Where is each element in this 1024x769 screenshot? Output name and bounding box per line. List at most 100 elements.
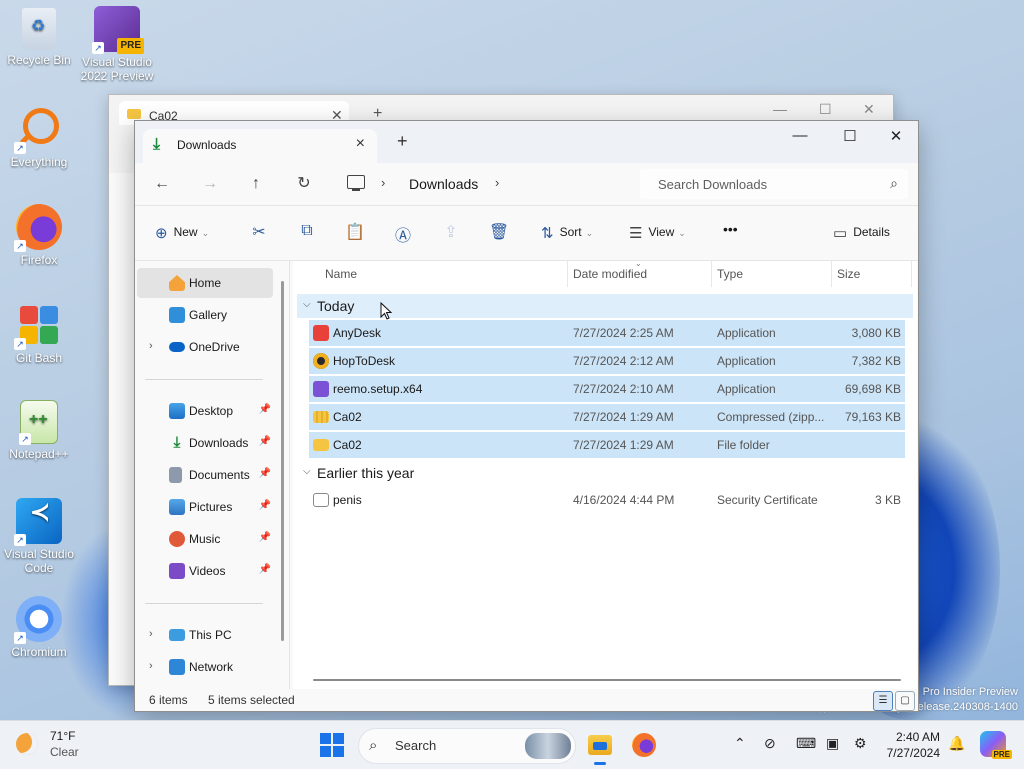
cut-icon[interactable]: ✂	[247, 222, 271, 246]
expand-chevron-icon[interactable]: ›	[149, 660, 153, 672]
file-type: Compressed (zipp...	[717, 410, 825, 424]
chevron-down-icon: ⌄	[585, 228, 594, 238]
column-divider[interactable]	[911, 261, 912, 287]
desktop-icon-visual-studio-2022-preview[interactable]: ↗ PRE Visual Studio 2022 Preview	[79, 6, 155, 83]
nav-item-this-pc[interactable]: › This PC	[137, 620, 273, 650]
search-input[interactable]: Search Downloads ⌕	[640, 169, 908, 199]
tab-downloads[interactable]: ⤓ Downloads ×	[143, 129, 377, 163]
column-header-size[interactable]: Size	[837, 267, 860, 281]
forward-arrow-icon[interactable]: →	[197, 173, 223, 195]
taskbar-firefox[interactable]	[628, 729, 660, 761]
details-view-icon[interactable]: ☰	[873, 691, 893, 711]
back-maximize-icon[interactable]: ☐	[819, 101, 832, 118]
breadcrumb-downloads[interactable]: Downloads	[409, 176, 478, 192]
desktop-icon-git-bash[interactable]: ↗ Git Bash	[1, 302, 77, 365]
back-close-icon[interactable]: ✕	[863, 101, 875, 118]
tab-close-icon[interactable]: ×	[356, 135, 365, 153]
rename-icon[interactable]: Ⓐ	[391, 222, 415, 246]
mouse-cursor-icon	[380, 302, 392, 320]
list-item[interactable]: HopToDesk 7/27/2024 2:12 AM Application …	[309, 348, 905, 374]
desktop-icon-notepad-plus-plus[interactable]: ++ ↗ Notepad++	[1, 400, 77, 461]
notification-bell-icon[interactable]: 🔔	[948, 735, 965, 752]
column-divider[interactable]	[711, 261, 712, 287]
recycle-bin-icon: ♻	[22, 8, 56, 50]
address-bar[interactable]: › Downloads ›	[343, 169, 633, 199]
desktop-icon-vscode[interactable]: ≺ ↗ Visual Studio Code	[1, 498, 77, 575]
file-size: 3,080 KB	[851, 326, 901, 340]
column-divider[interactable]	[567, 261, 568, 287]
nav-item-gallery[interactable]: Gallery	[137, 300, 273, 330]
chevron-right-icon[interactable]: ›	[495, 175, 499, 190]
network-disconnected-icon[interactable]: ⊘	[764, 735, 776, 752]
chevron-right-icon[interactable]: ›	[381, 175, 385, 190]
column-divider[interactable]	[831, 261, 832, 287]
nav-item-music[interactable]: Music 📌	[137, 524, 273, 554]
settings-status-icon[interactable]: ⚙	[854, 735, 867, 752]
nav-item-home[interactable]: Home	[137, 268, 273, 298]
taskbar-file-explorer[interactable]	[584, 729, 616, 765]
reemo-icon	[313, 381, 329, 397]
nav-item-videos[interactable]: Videos 📌	[137, 556, 273, 586]
vscode-icon: ≺ ↗	[14, 498, 62, 546]
documents-icon	[169, 467, 182, 483]
explorer-window[interactable]: ⤓ Downloads × + — ☐ ✕ ← → ↑ ↻ › Download…	[134, 120, 919, 712]
new-button[interactable]: ⊕ New ⌄	[155, 224, 209, 242]
tiles-view-icon[interactable]: ▢	[895, 691, 915, 711]
copy-icon[interactable]: ⧉	[295, 222, 319, 246]
copilot-button[interactable]: PRE	[980, 731, 1012, 759]
desktop-icon-everything[interactable]: ↗ Everything	[1, 106, 77, 169]
list-item[interactable]: penis 4/16/2024 4:44 PM Security Certifi…	[309, 487, 905, 513]
pictures-icon	[169, 499, 185, 515]
taskbar-search[interactable]: ⌕ Search	[358, 728, 576, 764]
sort-button[interactable]: ⇅ Sort ⌄	[541, 224, 593, 242]
back-arrow-icon[interactable]: ←	[149, 173, 175, 195]
nav-item-downloads[interactable]: ⤓ Downloads 📌	[137, 428, 273, 458]
group-label: Today	[317, 298, 355, 314]
keyboard-icon[interactable]: ⌨	[796, 735, 816, 752]
file-name: HopToDesk	[333, 354, 396, 368]
expand-chevron-icon[interactable]: ›	[149, 340, 153, 352]
close-icon[interactable]: ✕	[873, 127, 919, 145]
nav-item-documents[interactable]: Documents 📌	[137, 460, 273, 490]
column-header-type[interactable]: Type	[717, 267, 743, 281]
share-icon[interactable]: ⇪	[439, 222, 463, 246]
display-icon[interactable]: ▣	[826, 735, 839, 752]
list-item[interactable]: Ca02 7/27/2024 1:29 AM File folder	[309, 432, 905, 458]
paste-icon[interactable]: 📋	[343, 222, 367, 246]
back-minimize-icon[interactable]: —	[773, 101, 787, 117]
gallery-icon	[169, 307, 185, 323]
nav-pane-scrollbar[interactable]	[281, 281, 284, 641]
nav-item-onedrive[interactable]: › OneDrive	[137, 332, 273, 362]
chromium-icon: ↗	[14, 596, 62, 644]
new-tab-icon[interactable]: +	[397, 131, 408, 152]
clock[interactable]: 2:40 AM 7/27/2024	[884, 729, 940, 761]
expand-chevron-icon[interactable]: ›	[149, 628, 153, 640]
delete-icon[interactable]: 🗑	[487, 222, 511, 246]
list-item[interactable]: reemo.setup.x64 7/27/2024 2:10 AM Applic…	[309, 376, 905, 402]
desktop-icon-firefox[interactable]: ↗ Firefox	[1, 204, 77, 267]
start-button[interactable]	[320, 733, 344, 757]
column-header-name[interactable]: Name	[325, 267, 357, 281]
taskbar: 71°F Clear ⌕ Search ⌃ ⊘ ⌨ ▣ ⚙ 2:40 AM 7/…	[0, 720, 1024, 769]
group-header-earlier-this-year[interactable]: ⌵ Earlier this year	[297, 461, 913, 485]
search-icon: ⌕	[890, 175, 898, 191]
desktop-icon-chromium[interactable]: ↗ Chromium	[1, 596, 77, 659]
maximize-icon[interactable]: ☐	[827, 127, 873, 145]
list-item[interactable]: Ca02 7/27/2024 1:29 AM Compressed (zipp.…	[309, 404, 905, 430]
watermark-line-1: Pro Insider Preview	[922, 686, 1018, 698]
more-options-button[interactable]: •••	[723, 221, 738, 237]
horizontal-scrollbar[interactable]	[313, 679, 901, 681]
nav-item-pictures[interactable]: Pictures 📌	[137, 492, 273, 522]
refresh-icon[interactable]: ↻	[291, 173, 317, 195]
view-button[interactable]: ☰ View ⌄	[629, 224, 686, 242]
details-button[interactable]: ▭ Details	[833, 224, 890, 242]
up-arrow-icon[interactable]: ↑	[243, 173, 269, 195]
file-size: 69,698 KB	[844, 382, 901, 396]
desktop-icon-recycle-bin[interactable]: ♻ Recycle Bin	[1, 8, 77, 67]
nav-item-network[interactable]: › Network	[137, 652, 273, 682]
nav-item-desktop[interactable]: Desktop 📌	[137, 396, 273, 426]
minimize-icon[interactable]: —	[777, 127, 823, 144]
list-item[interactable]: AnyDesk 7/27/2024 2:25 AM Application 3,…	[309, 320, 905, 346]
column-header-date[interactable]: Date modified	[573, 267, 647, 281]
show-hidden-icons-chevron-icon[interactable]: ⌃	[734, 735, 746, 752]
